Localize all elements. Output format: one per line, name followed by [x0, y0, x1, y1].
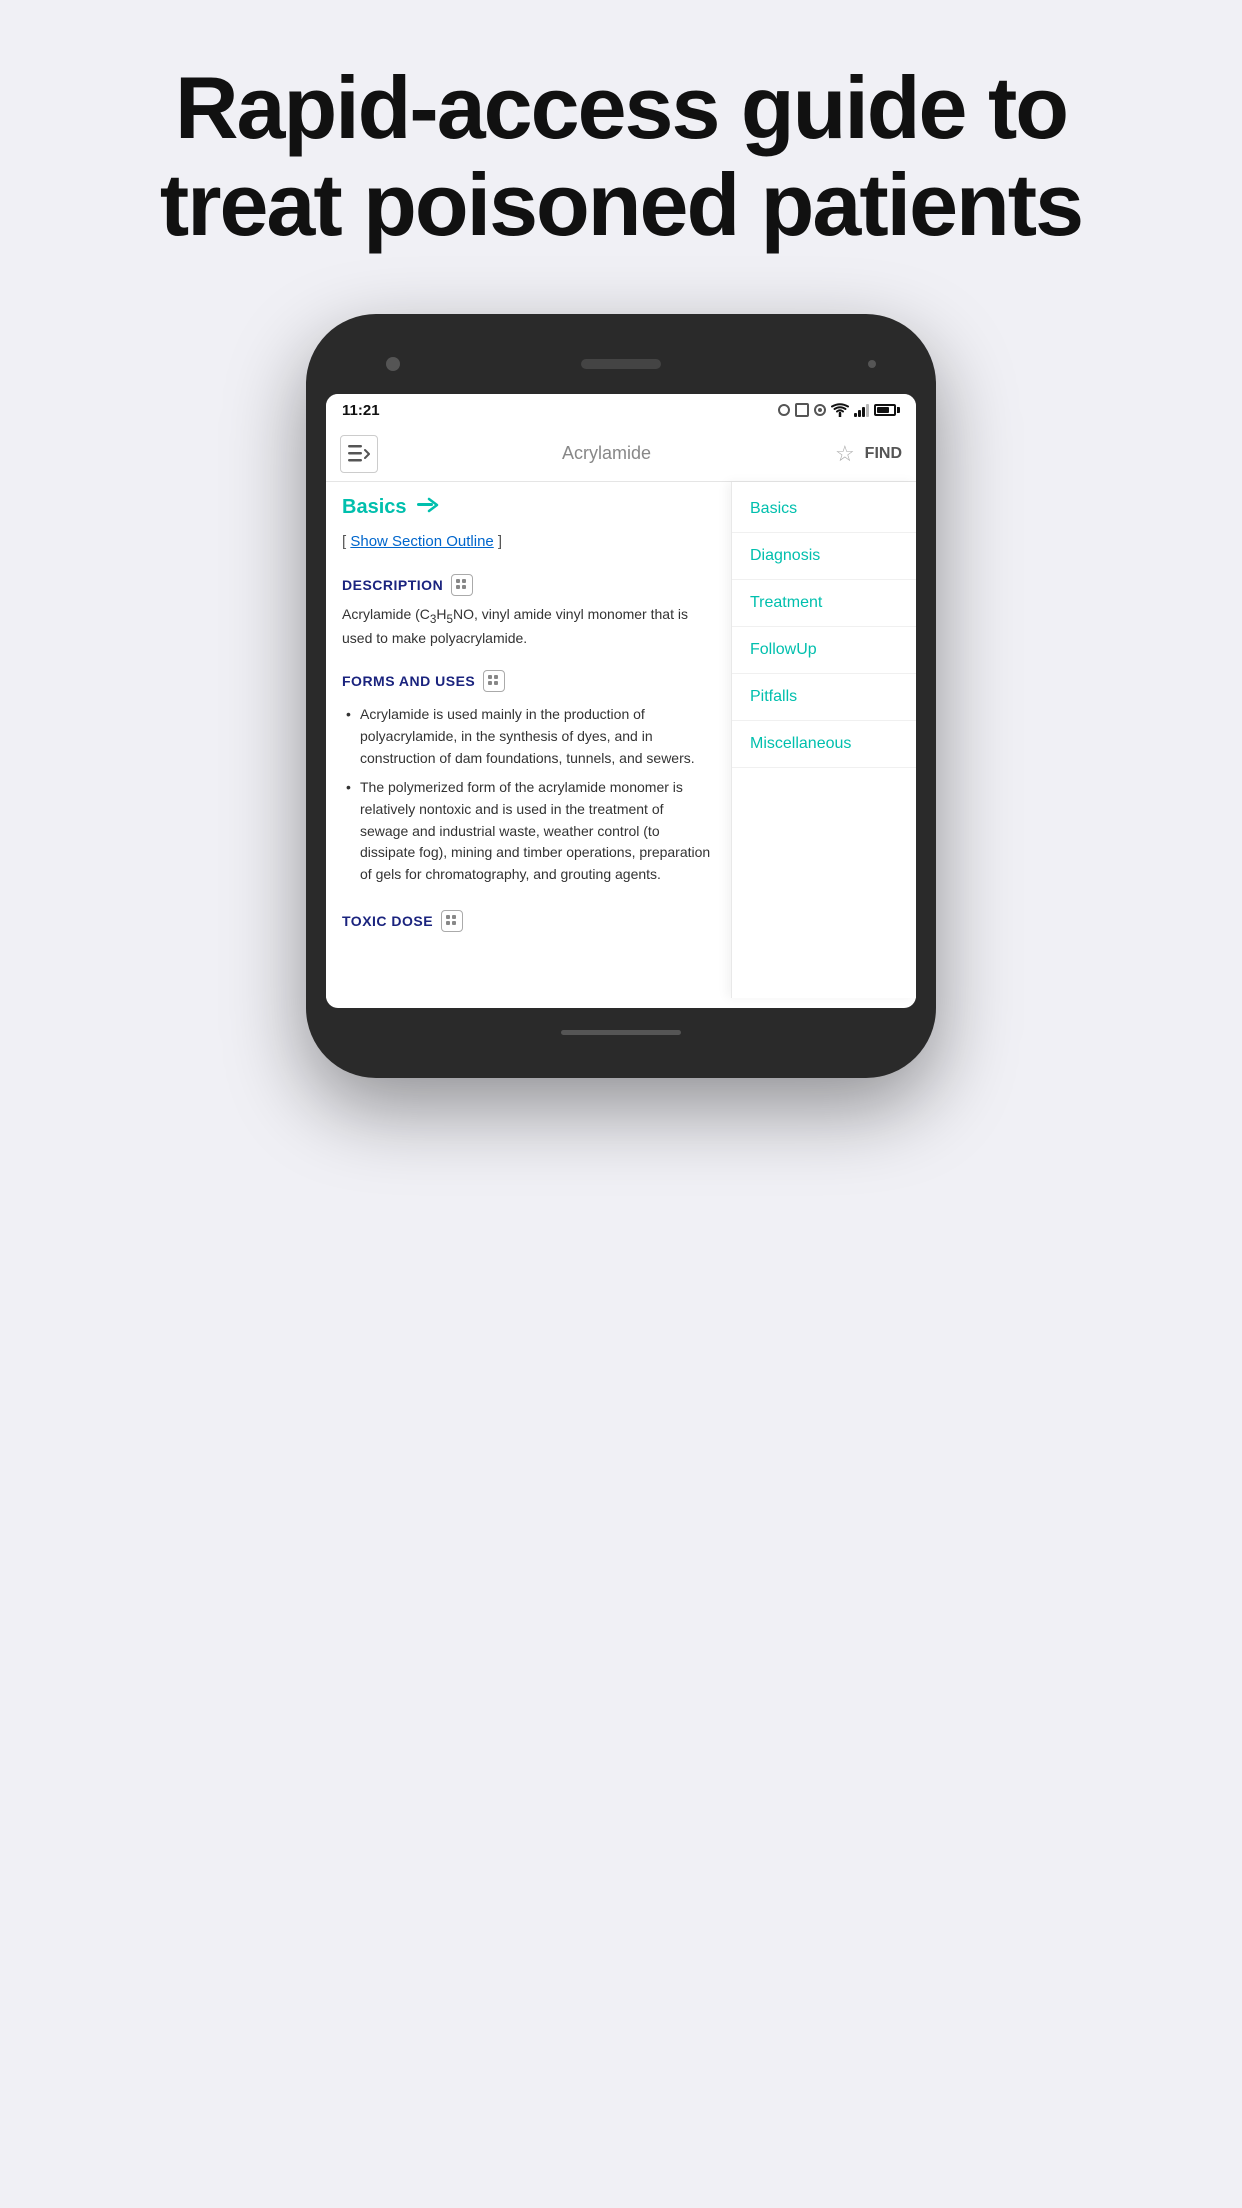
nav-find-button[interactable]: FIND	[865, 445, 902, 463]
nav-article-title: Acrylamide	[388, 443, 825, 464]
sim-icon	[795, 403, 809, 417]
content-area: Basics Diagnosis Treatment FollowUp Pitf…	[326, 482, 916, 998]
forms-uses-toggle-icon[interactable]	[483, 670, 505, 692]
section-arrow-icon	[417, 497, 439, 518]
basics-section-header: Basics	[342, 482, 715, 529]
wifi-icon	[831, 403, 849, 417]
status-time: 11:21	[342, 402, 380, 419]
grid-toggle-icon-3	[445, 914, 459, 928]
description-label: DESCRIPTION	[342, 577, 443, 593]
status-icons	[778, 403, 900, 417]
toxic-dose-label: TOXIC DOSE	[342, 913, 433, 929]
speaker-icon	[581, 359, 661, 369]
list-item: The polymerized form of the acrylamide m…	[342, 773, 715, 889]
section-nav-overlay: Basics Diagnosis Treatment FollowUp Pitf…	[731, 482, 916, 998]
nav-followup[interactable]: FollowUp	[732, 627, 916, 674]
forms-uses-list: Acrylamide is used mainly in the product…	[342, 700, 715, 890]
status-bar: 11:21	[326, 394, 916, 427]
nav-treatment[interactable]: Treatment	[732, 580, 916, 627]
phone-top-bar	[326, 344, 916, 384]
forms-uses-heading: FORMS AND USES	[342, 658, 715, 700]
toxic-dose-heading: TOXIC DOSE	[342, 898, 715, 940]
forms-uses-label: FORMS AND USES	[342, 673, 475, 689]
hero-title: Rapid-access guide to treat poisoned pat…	[0, 0, 1242, 294]
grid-toggle-icon-2	[487, 674, 501, 688]
signal-bars	[854, 403, 869, 417]
basics-label: Basics	[342, 496, 407, 519]
phone-bottom	[326, 1018, 916, 1048]
outline-link-row: [ Show Section Outline ]	[342, 529, 715, 562]
nav-menu-icon[interactable]	[340, 435, 378, 473]
description-heading: DESCRIPTION	[342, 562, 715, 604]
show-outline-link[interactable]: Show Section Outline	[350, 533, 493, 550]
nav-miscellaneous[interactable]: Miscellaneous	[732, 721, 916, 768]
article-content: Basics [ Show Section Outline ]	[326, 482, 731, 940]
arrow-right-icon	[417, 497, 439, 513]
lines-arrow-icon	[348, 445, 370, 463]
nav-basics[interactable]: Basics	[732, 482, 916, 533]
camera-icon	[386, 357, 400, 371]
nav-favorite-button[interactable]: ☆	[835, 441, 855, 467]
nav-diagnosis[interactable]: Diagnosis	[732, 533, 916, 580]
phone-shell: 11:21	[306, 314, 936, 1078]
description-body: Acrylamide (C3H5NO, vinyl amide vinyl mo…	[342, 604, 715, 659]
location-icon	[778, 404, 790, 416]
list-item: Acrylamide is used mainly in the product…	[342, 700, 715, 773]
battery-icon	[874, 404, 900, 416]
grid-toggle-icon	[455, 578, 469, 592]
outline-bracket-close: ]	[494, 533, 502, 550]
toxic-dose-toggle-icon[interactable]	[441, 910, 463, 932]
app-navbar: Acrylamide ☆ FIND	[326, 427, 916, 482]
home-indicator	[561, 1030, 681, 1035]
description-toggle-icon[interactable]	[451, 574, 473, 596]
earpiece-icon	[868, 360, 876, 368]
nav-pitfalls[interactable]: Pitfalls	[732, 674, 916, 721]
rotate-icon	[814, 404, 826, 416]
phone-mockup: 11:21	[306, 314, 936, 1078]
phone-screen: 11:21	[326, 394, 916, 1008]
